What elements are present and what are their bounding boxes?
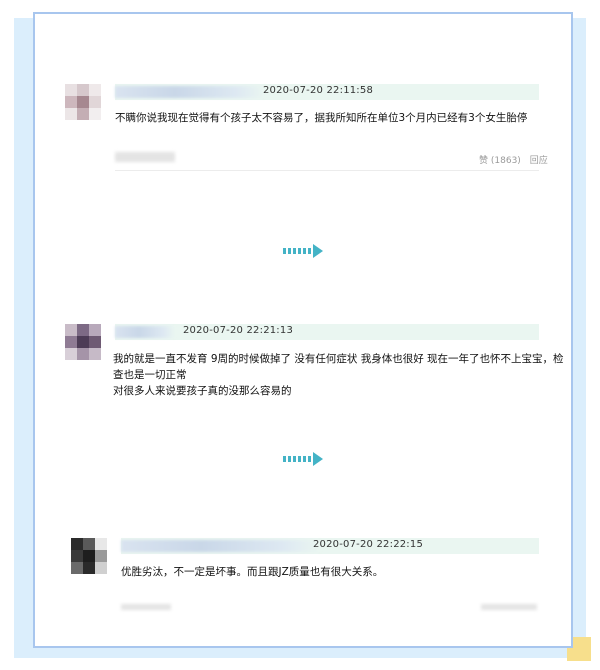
comment-footer-redacted xyxy=(115,152,175,162)
comment-text-line: 查也是一切正常 xyxy=(113,369,187,381)
comment-timestamp: 2020-07-20 22:22:15 xyxy=(313,539,424,550)
comment-actions: 赞 (1863) 回应 xyxy=(473,153,548,166)
comment-meta-bar: 2020-07-20 22:11:58 xyxy=(115,84,539,100)
username-redacted[interactable] xyxy=(121,540,321,552)
comment-text-line: 我的就是一直不发育 9周的时候做掉了 没有任何症状 我身体也很好 现在一年了也怀… xyxy=(113,353,564,365)
like-button[interactable]: 赞 (1863) xyxy=(479,156,521,166)
reply-button[interactable]: 回应 xyxy=(530,156,548,166)
username-redacted[interactable] xyxy=(115,326,175,338)
comment-meta-bar: 2020-07-20 22:22:15 xyxy=(121,538,539,554)
comment-text: 优胜劣汰，不一定是坏事。而且跟JZ质量也有很大关系。 xyxy=(121,566,384,578)
username-redacted[interactable] xyxy=(115,86,265,98)
avatar[interactable] xyxy=(71,538,107,574)
comment-timestamp: 2020-07-20 22:11:58 xyxy=(263,85,374,96)
comment-footer-redacted xyxy=(481,604,537,610)
divider xyxy=(115,170,539,171)
comment-text-line: 对很多人来说要孩子真的没那么容易的 xyxy=(113,385,292,397)
avatar[interactable] xyxy=(65,84,101,120)
like-count: (1863) xyxy=(490,156,521,166)
comment-text: 不瞒你说我现在觉得有个孩子太不容易了，据我所知所在单位3个月内已经有3个女生胎停 xyxy=(115,112,528,124)
comment-footer-redacted xyxy=(121,604,171,610)
like-label: 赞 xyxy=(479,156,489,166)
double-arrow-right-icon[interactable] xyxy=(283,244,327,258)
double-arrow-right-icon[interactable] xyxy=(283,452,327,466)
comment-meta-bar: 2020-07-20 22:21:13 xyxy=(115,324,539,340)
avatar[interactable] xyxy=(65,324,101,360)
comment-card: 2020-07-20 22:11:58 不瞒你说我现在觉得有个孩子太不容易了，据… xyxy=(33,12,573,648)
comment-timestamp: 2020-07-20 22:21:13 xyxy=(183,325,294,336)
